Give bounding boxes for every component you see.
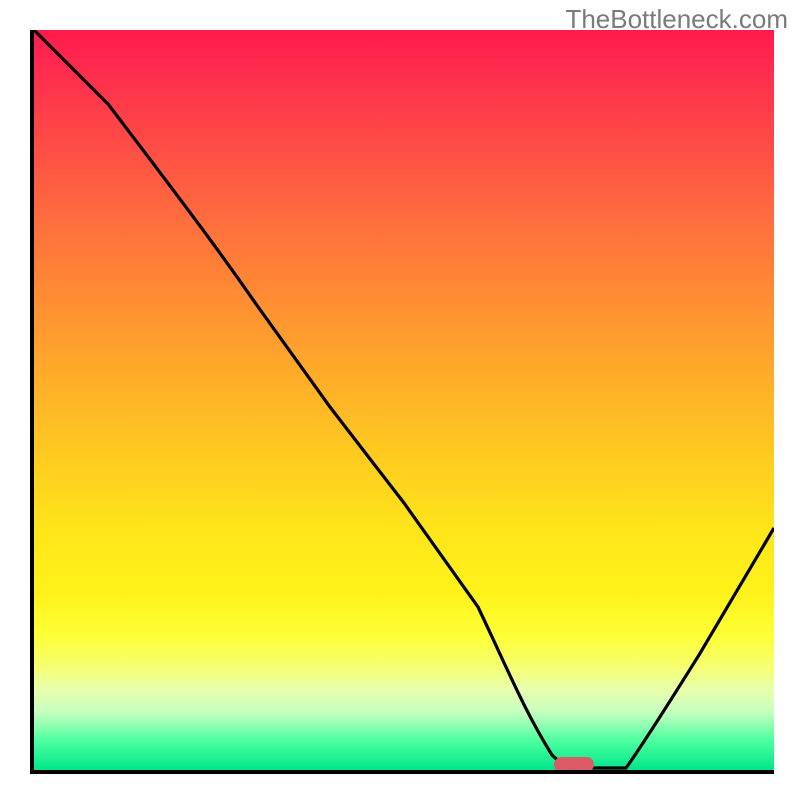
curve-layer (34, 30, 774, 770)
optimum-marker (554, 757, 594, 772)
chart-container: TheBottleneck.com (0, 0, 800, 800)
bottleneck-curve (34, 30, 774, 768)
plot-area (30, 30, 774, 774)
watermark-label: TheBottleneck.com (565, 4, 788, 35)
